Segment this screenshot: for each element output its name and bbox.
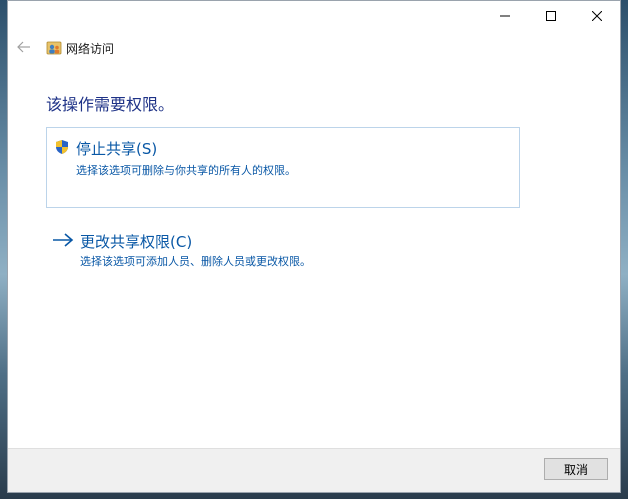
page-heading: 该操作需要权限。 <box>46 95 175 114</box>
change-permissions-option[interactable]: 更改共享权限(C) 选择该选项可添加人员、删除人员或更改权限。 <box>46 229 520 271</box>
title-bar[interactable] <box>8 1 620 33</box>
dialog-window: 网络访问 该操作需要权限。 停止共享(S) 选择该选项可删除与你共享的所有人的权… <box>7 0 621 493</box>
arrow-right-icon <box>53 233 74 247</box>
close-icon <box>592 11 602 21</box>
uac-shield-icon <box>56 140 68 154</box>
navigation-bar: 网络访问 <box>8 33 620 63</box>
minimize-icon <box>500 15 510 17</box>
maximize-button[interactable] <box>528 1 574 31</box>
back-button[interactable] <box>14 37 34 57</box>
change-permissions-description: 选择该选项可添加人员、删除人员或更改权限。 <box>80 255 311 268</box>
back-arrow-icon <box>17 41 30 53</box>
stop-sharing-description: 选择该选项可删除与你共享的所有人的权限。 <box>76 164 296 177</box>
stop-sharing-option[interactable]: 停止共享(S) 选择该选项可删除与你共享的所有人的权限。 <box>46 127 520 208</box>
close-button[interactable] <box>574 1 620 31</box>
stop-sharing-title: 停止共享(S) <box>76 140 158 158</box>
minimize-button[interactable] <box>482 1 528 31</box>
maximize-icon <box>546 11 556 21</box>
app-title: 网络访问 <box>66 42 115 56</box>
cancel-button[interactable]: 取消 <box>544 458 608 480</box>
dialog-footer: 取消 <box>8 448 620 492</box>
change-permissions-title: 更改共享权限(C) <box>80 233 193 251</box>
network-users-icon <box>46 41 62 55</box>
